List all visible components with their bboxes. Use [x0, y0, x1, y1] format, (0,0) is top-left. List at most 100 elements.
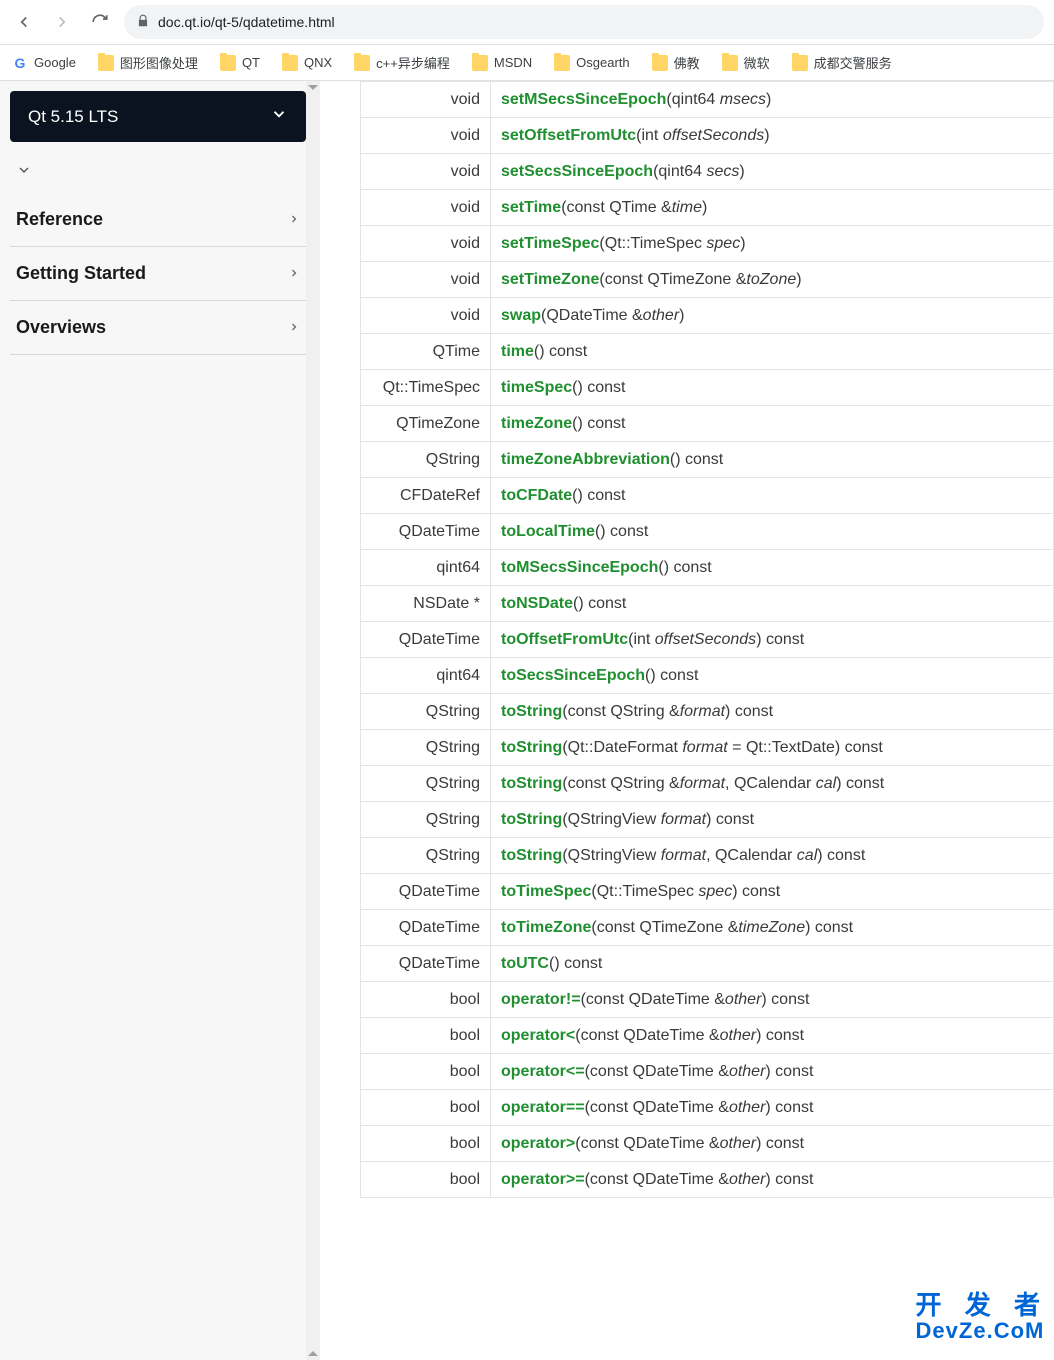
method-link[interactable]: toMSecsSinceEpoch [501, 559, 658, 576]
method-link[interactable]: timeZoneAbbreviation [501, 451, 670, 468]
method-link[interactable]: toCFDate [501, 487, 572, 504]
method-signature: timeSpec() const [491, 370, 1054, 406]
method-link[interactable]: toNSDate [501, 595, 573, 612]
table-row: QTimeZonetimeZone() const [361, 406, 1054, 442]
chevron-right-icon [288, 212, 300, 228]
method-signature: operator<(const QDateTime &other) const [491, 1018, 1054, 1054]
return-type: QString [361, 730, 491, 766]
table-row: QDateTimetoTimeZone(const QTimeZone &tim… [361, 910, 1054, 946]
sidebar-item[interactable]: Reference [10, 193, 306, 247]
method-link[interactable]: toString [501, 847, 562, 864]
method-link[interactable]: toTimeZone [501, 919, 591, 936]
browser-toolbar: doc.qt.io/qt-5/qdatetime.html [0, 0, 1054, 45]
method-signature: setTime(const QTime &time) [491, 190, 1054, 226]
return-type: QDateTime [361, 874, 491, 910]
methods-table: voidsetMSecsSinceEpoch(qint64 msecs)void… [360, 81, 1054, 1198]
table-row: QStringtimeZoneAbbreviation() const [361, 442, 1054, 478]
method-link[interactable]: toString [501, 739, 562, 756]
method-link[interactable]: time [501, 343, 534, 360]
version-selector[interactable]: Qt 5.15 LTS [10, 91, 306, 142]
return-type: QDateTime [361, 622, 491, 658]
bookmark-label: Google [34, 55, 76, 70]
return-type: bool [361, 982, 491, 1018]
method-link[interactable]: toString [501, 703, 562, 720]
bookmark-label: MSDN [494, 55, 532, 70]
method-link[interactable]: setTime [501, 199, 561, 216]
method-signature: toString(QStringView format) const [491, 802, 1054, 838]
method-signature: toString(QStringView format, QCalendar c… [491, 838, 1054, 874]
method-link[interactable]: toLocalTime [501, 523, 595, 540]
folder-icon [354, 55, 370, 71]
method-link[interactable]: toUTC [501, 955, 549, 972]
folder-icon [554, 55, 570, 71]
bookmark-item[interactable]: Osgearth [554, 55, 629, 71]
method-link[interactable]: toSecsSinceEpoch [501, 667, 645, 684]
bookmark-item[interactable]: QT [220, 55, 260, 71]
method-link[interactable]: operator< [501, 1027, 575, 1044]
method-link[interactable]: setOffsetFromUtc [501, 127, 636, 144]
method-link[interactable]: operator> [501, 1135, 575, 1152]
bookmark-item[interactable]: QNX [282, 55, 332, 71]
bookmark-item[interactable]: 佛教 [652, 53, 700, 72]
sidebar-scrollbar[interactable] [306, 81, 320, 1360]
back-button[interactable] [10, 8, 38, 36]
bookmark-item[interactable]: 微软 [722, 53, 770, 72]
bookmark-item[interactable]: c++异步编程 [354, 53, 450, 72]
method-link[interactable]: setTimeSpec [501, 235, 599, 252]
table-row: QDateTimetoUTC() const [361, 946, 1054, 982]
sidebar-item-label: Getting Started [16, 263, 146, 284]
folder-icon [98, 55, 114, 71]
method-signature: operator==(const QDateTime &other) const [491, 1090, 1054, 1126]
table-row: QDateTimetoLocalTime() const [361, 514, 1054, 550]
method-link[interactable]: toString [501, 811, 562, 828]
bookmark-item[interactable]: 图形图像处理 [98, 53, 198, 72]
method-link[interactable]: setSecsSinceEpoch [501, 163, 653, 180]
method-link[interactable]: toString [501, 775, 562, 792]
bookmark-label: QT [242, 55, 260, 70]
bookmark-item[interactable]: MSDN [472, 55, 532, 71]
table-row: booloperator==(const QDateTime &other) c… [361, 1090, 1054, 1126]
method-signature: toUTC() const [491, 946, 1054, 982]
method-link[interactable]: operator!= [501, 991, 581, 1008]
method-signature: toLocalTime() const [491, 514, 1054, 550]
method-signature: swap(QDateTime &other) [491, 298, 1054, 334]
return-type: bool [361, 1054, 491, 1090]
return-type: void [361, 226, 491, 262]
sidebar-item[interactable]: Overviews [10, 301, 306, 355]
return-type: qint64 [361, 550, 491, 586]
address-bar[interactable]: doc.qt.io/qt-5/qdatetime.html [124, 5, 1044, 39]
table-row: qint64toMSecsSinceEpoch() const [361, 550, 1054, 586]
bookmark-item[interactable]: GGoogle [12, 55, 76, 71]
sidebar-toggle[interactable] [10, 152, 306, 193]
method-signature: toMSecsSinceEpoch() const [491, 550, 1054, 586]
table-row: booloperator<=(const QDateTime &other) c… [361, 1054, 1054, 1090]
method-link[interactable]: toTimeSpec [501, 883, 591, 900]
method-link[interactable]: operator== [501, 1099, 585, 1116]
method-link[interactable]: timeSpec [501, 379, 572, 396]
method-link[interactable]: swap [501, 307, 541, 324]
return-type: QString [361, 694, 491, 730]
return-type: void [361, 262, 491, 298]
bookmark-item[interactable]: 成都交警服务 [792, 53, 892, 72]
table-row: QTimetime() const [361, 334, 1054, 370]
method-link[interactable]: setTimeZone [501, 271, 599, 288]
table-row: CFDateReftoCFDate() const [361, 478, 1054, 514]
method-link[interactable]: setMSecsSinceEpoch [501, 91, 666, 108]
return-type: QString [361, 838, 491, 874]
method-signature: toOffsetFromUtc(int offsetSeconds) const [491, 622, 1054, 658]
method-link[interactable]: toOffsetFromUtc [501, 631, 628, 648]
method-signature: operator<=(const QDateTime &other) const [491, 1054, 1054, 1090]
method-link[interactable]: operator>= [501, 1171, 585, 1188]
bookmarks-bar: GGoogle 图形图像处理 QT QNX c++异步编程 MSDN Osgearth 佛教 微… [0, 45, 1054, 81]
table-row: voidsetOffsetFromUtc(int offsetSeconds) [361, 118, 1054, 154]
method-signature: setOffsetFromUtc(int offsetSeconds) [491, 118, 1054, 154]
sidebar-item[interactable]: Getting Started [10, 247, 306, 301]
forward-button[interactable] [48, 8, 76, 36]
method-signature: setTimeZone(const QTimeZone &toZone) [491, 262, 1054, 298]
folder-icon [722, 55, 738, 71]
method-link[interactable]: operator<= [501, 1063, 585, 1080]
method-signature: operator>=(const QDateTime &other) const [491, 1162, 1054, 1198]
reload-button[interactable] [86, 8, 114, 36]
method-signature: operator>(const QDateTime &other) const [491, 1126, 1054, 1162]
method-link[interactable]: timeZone [501, 415, 572, 432]
